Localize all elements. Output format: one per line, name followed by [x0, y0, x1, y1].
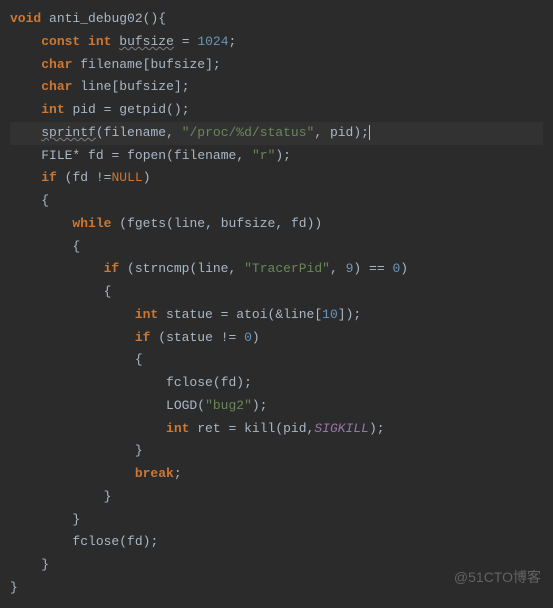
line: fclose(fd);: [10, 375, 252, 390]
keyword-void: void: [10, 11, 41, 26]
line: const int bufsize = 1024;: [10, 34, 236, 49]
keyword-char: char: [41, 57, 72, 72]
keyword-int: int: [88, 34, 111, 49]
keyword-int: int: [166, 421, 189, 436]
keyword-int: int: [135, 307, 158, 322]
string: "/proc/%d/status": [182, 125, 315, 140]
line: int statue = atoi(&line[10]);: [10, 307, 361, 322]
line: LOGD("bug2");: [10, 398, 267, 413]
line: break;: [10, 466, 182, 481]
line: while (fgets(line, bufsize, fd)): [10, 216, 322, 231]
line: char filename[bufsize];: [10, 57, 221, 72]
line: {: [10, 239, 80, 254]
line-highlighted: sprintf(filename, "/proc/%d/status", pid…: [10, 122, 543, 145]
line: if (strncmp(line, "TracerPid", 9) == 0): [10, 261, 408, 276]
function-name: anti_debug02: [49, 11, 143, 26]
line: }: [10, 580, 18, 595]
line: }: [10, 512, 80, 527]
keyword-if: if: [104, 261, 120, 276]
line: int pid = getpid();: [10, 102, 190, 117]
string: "TracerPid": [244, 261, 330, 276]
line: {: [10, 352, 143, 367]
line: int ret = kill(pid,SIGKILL);: [10, 421, 385, 436]
keyword-char: char: [41, 79, 72, 94]
var-bufsize: bufsize: [119, 34, 174, 49]
line: {: [10, 284, 111, 299]
string: "bug2": [205, 398, 252, 413]
line: char line[bufsize];: [10, 79, 190, 94]
line: {: [10, 193, 49, 208]
line: }: [10, 489, 111, 504]
keyword-if: if: [41, 170, 57, 185]
line: }: [10, 557, 49, 572]
line: if (statue != 0): [10, 330, 260, 345]
line: void anti_debug02(){: [10, 11, 166, 26]
keyword-while: while: [72, 216, 111, 231]
keyword-break: break: [135, 466, 174, 481]
code-block: void anti_debug02(){ const int bufsize =…: [0, 0, 553, 608]
line: FILE* fd = fopen(filename, "r");: [10, 148, 291, 163]
text-caret: [369, 125, 370, 140]
line: }: [10, 443, 143, 458]
string: "r": [252, 148, 275, 163]
number: 1024: [197, 34, 228, 49]
global-sigkill: SIGKILL: [314, 421, 369, 436]
line: if (fd !=NULL): [10, 170, 151, 185]
keyword-const: const: [41, 34, 80, 49]
line: fclose(fd);: [10, 534, 158, 549]
keyword-int: int: [41, 102, 64, 117]
keyword-if: if: [135, 330, 151, 345]
